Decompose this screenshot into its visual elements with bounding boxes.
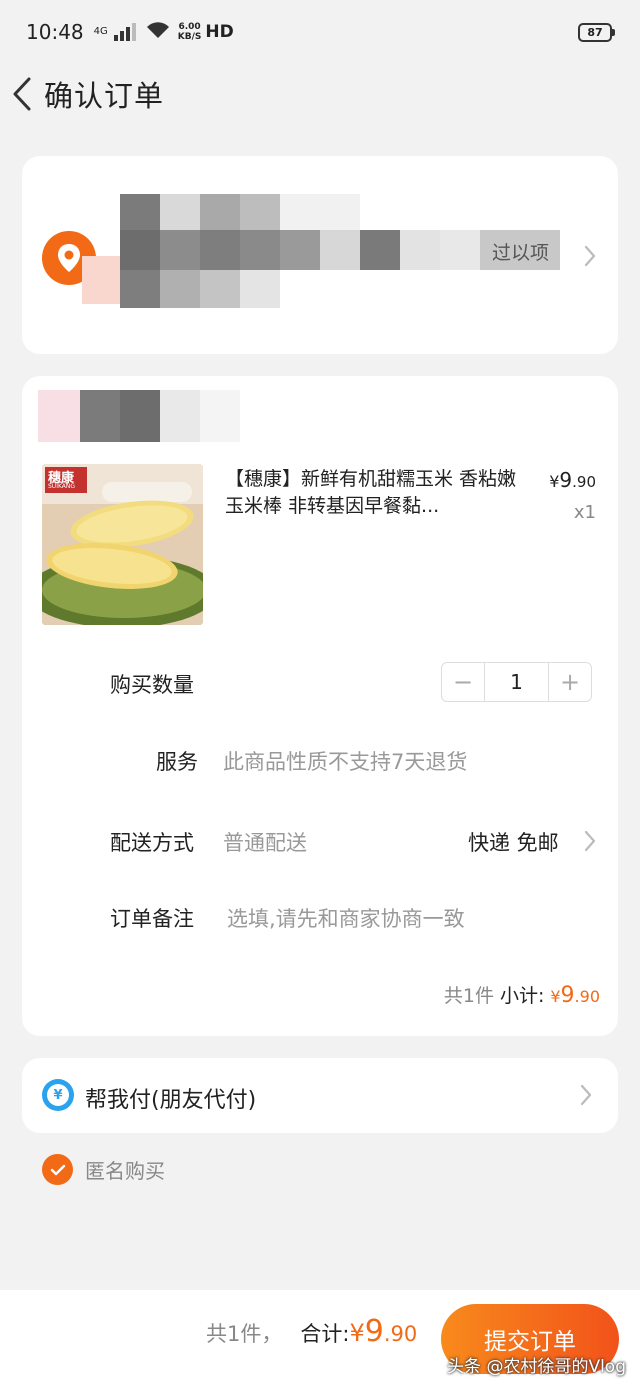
- product-price-dec: .90: [572, 473, 596, 491]
- page-title: 确认订单: [44, 79, 165, 113]
- shop-name-blurred: [38, 382, 268, 446]
- subtotal-label: 小计:: [499, 985, 545, 1007]
- order-total: 共1件， 合计: ¥ 9 .90: [206, 1314, 417, 1349]
- friend-pay-label: 帮我付(朋友代付): [85, 1088, 257, 1113]
- friend-pay-row[interactable]: ¥ 帮我付(朋友代付): [22, 1058, 618, 1133]
- delivery-option[interactable]: 快递 免邮: [468, 827, 559, 857]
- status-bar: 10:48 4G 6.00 KB/S HD 87: [0, 0, 640, 64]
- quantity-stepper[interactable]: − 1 +: [441, 662, 592, 702]
- wifi-icon: [146, 21, 170, 44]
- chevron-right-icon: [584, 830, 596, 852]
- status-time: 10:48: [26, 20, 84, 44]
- product-brand-sublabel: SUIKANG: [48, 483, 76, 490]
- product-price-int: 9: [559, 468, 573, 492]
- subtotal-count: 共1件: [443, 985, 494, 1007]
- subtotal: 共1件 小计: ¥ 9 .90: [444, 981, 600, 1008]
- net-speed: 6.00 KB/S: [178, 22, 202, 42]
- total-label: 合计:: [300, 1322, 350, 1346]
- subtotal-symbol: ¥: [550, 987, 561, 1006]
- delivery-value: 普通配送: [223, 831, 307, 855]
- remark-label: 订单备注: [110, 907, 194, 931]
- address-card[interactable]: 过以项: [22, 156, 618, 354]
- address-chevron[interactable]: [578, 240, 602, 272]
- hd-indicator: HD: [205, 22, 234, 42]
- delivery-label: 配送方式: [110, 831, 194, 855]
- checkmark-icon[interactable]: [42, 1154, 73, 1185]
- yen-glyph: ¥: [47, 1084, 69, 1106]
- chevron-left-icon: [13, 77, 31, 111]
- signal-icon: [113, 23, 136, 41]
- subtotal-dec: .90: [574, 987, 600, 1006]
- nav-bar: 确认订单: [0, 64, 640, 124]
- minus-button[interactable]: −: [442, 663, 484, 701]
- network-type: 4G: [93, 26, 108, 37]
- delivery-chevron[interactable]: [578, 826, 602, 856]
- product-title[interactable]: 【穗康】新鲜有机甜糯玉米 香粘嫩玉米棒 非转基因早餐黏...: [225, 466, 525, 520]
- remark-input[interactable]: 选填,请先和商家协商一致: [227, 903, 597, 933]
- order-card: 穗康 SUIKANG 【穗康】新鲜有机甜糯玉米 香粘嫩玉米棒 非转基因早餐黏..…: [22, 376, 618, 1036]
- service-label: 服务: [156, 750, 198, 774]
- total-symbol: ¥: [349, 1319, 365, 1347]
- anonymous-purchase[interactable]: 匿名购买: [42, 1154, 165, 1185]
- yen-icon: ¥: [42, 1079, 74, 1111]
- total-dec: .90: [383, 1322, 418, 1346]
- subtotal-int: 9: [560, 983, 575, 1008]
- friend-pay-chevron[interactable]: [574, 1080, 598, 1110]
- service-value: 此商品性质不支持7天退货: [223, 750, 468, 774]
- product-quantity: x1: [573, 502, 596, 523]
- total-int: 9: [364, 1314, 384, 1349]
- watermark: 头条 @农村徐哥的Vlog: [447, 1357, 626, 1377]
- product-price-symbol: ¥: [549, 472, 560, 491]
- back-button[interactable]: [2, 64, 42, 124]
- product-price: ¥9.90: [549, 468, 596, 492]
- address-partial-text: 过以项: [492, 242, 550, 264]
- battery-level: 87: [587, 26, 603, 39]
- chevron-right-icon: [584, 245, 596, 267]
- battery-icon: 87: [578, 23, 615, 42]
- net-speed-unit: KB/S: [177, 32, 202, 42]
- quantity-label: 购买数量: [110, 673, 194, 697]
- quantity-value[interactable]: 1: [484, 663, 549, 701]
- anonymous-label: 匿名购买: [85, 1159, 165, 1183]
- net-speed-value: 6.00: [178, 22, 201, 32]
- product-image[interactable]: 穗康 SUIKANG: [42, 464, 203, 625]
- total-count: 共1件，: [206, 1322, 283, 1346]
- plus-button[interactable]: +: [549, 663, 591, 701]
- chevron-right-icon: [580, 1084, 592, 1106]
